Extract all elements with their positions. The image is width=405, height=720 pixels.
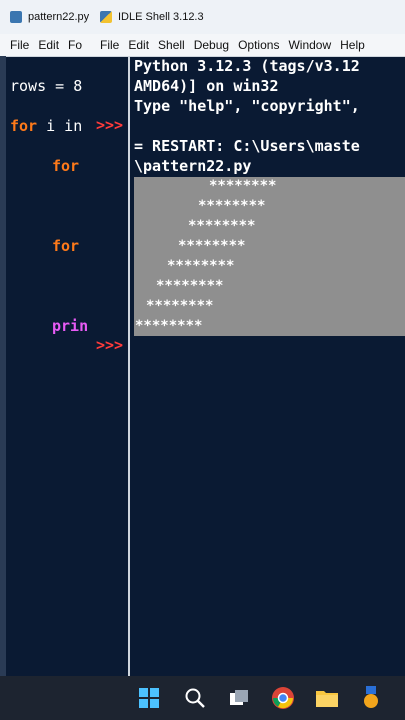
search-icon[interactable] bbox=[182, 685, 208, 711]
idle-icon bbox=[100, 11, 112, 23]
shell-menu-debug[interactable]: Debug bbox=[194, 38, 229, 52]
pattern-row-5: ******** bbox=[167, 258, 235, 274]
editor-line-for-inner-1: for bbox=[52, 157, 80, 175]
file-explorer-icon[interactable] bbox=[314, 685, 340, 711]
shell-line-restart: = RESTART: C:\Users\maste bbox=[134, 137, 360, 155]
editor-menu-format[interactable]: Fo bbox=[68, 38, 82, 52]
shell-gutter-divider bbox=[128, 57, 130, 676]
editor-menubar: File Edit Fo bbox=[0, 34, 94, 57]
shell-prompt-2: >>> bbox=[96, 336, 124, 354]
shell-menubar: File Edit Shell Debug Options Window Hel… bbox=[94, 34, 405, 57]
editor-menu-edit[interactable]: Edit bbox=[38, 38, 59, 52]
shell-menu-shell[interactable]: Shell bbox=[158, 38, 185, 52]
taskbar bbox=[0, 676, 405, 720]
editor-line-for-inner-2: for bbox=[52, 237, 80, 255]
pattern-row-4: ******** bbox=[178, 238, 246, 254]
shell-title: IDLE Shell 3.12.3 bbox=[118, 11, 204, 23]
editor-line-rows: rows = 8 bbox=[10, 77, 83, 95]
windows-start-icon[interactable] bbox=[136, 685, 162, 711]
pattern-row-8: ******** bbox=[135, 318, 203, 334]
editor-line-for-outer: for i in bbox=[10, 116, 82, 136]
python-file-icon bbox=[10, 11, 22, 23]
shell-menu-options[interactable]: Options bbox=[238, 38, 279, 52]
shell-prompt-1: >>> bbox=[96, 116, 124, 134]
pattern-row-6: ******** bbox=[156, 278, 224, 294]
editor-menu-file[interactable]: File bbox=[10, 38, 29, 52]
left-edge-strip bbox=[0, 56, 6, 676]
pattern-row-2: ******** bbox=[198, 198, 266, 214]
editor-title: pattern22.py bbox=[28, 11, 90, 23]
shell-line-version: Python 3.12.3 (tags/v3.12 bbox=[134, 57, 360, 75]
editor-line-print: prin bbox=[52, 317, 89, 335]
shell-menu-edit[interactable]: Edit bbox=[128, 38, 149, 52]
chrome-icon[interactable] bbox=[270, 685, 296, 711]
shell-line-filename: \pattern22.py bbox=[134, 157, 252, 175]
shell-line-help: Type "help", "copyright", bbox=[134, 97, 360, 115]
shell-menu-help[interactable]: Help bbox=[340, 38, 365, 52]
editor-line-rest: i in bbox=[37, 117, 83, 135]
pattern-row-7: ******** bbox=[146, 298, 214, 314]
task-view-icon[interactable] bbox=[226, 685, 252, 711]
editor-window: pattern22.py File Edit Fo rows = 8 for i… bbox=[0, 0, 96, 676]
shell-line-platform: AMD64)] on win32 bbox=[134, 77, 279, 95]
app-icon[interactable] bbox=[358, 685, 384, 711]
shell-titlebar[interactable]: IDLE Shell 3.12.3 bbox=[94, 0, 405, 34]
keyword-for: for bbox=[10, 117, 38, 135]
editor-titlebar[interactable]: pattern22.py bbox=[0, 0, 94, 34]
pattern-row-3: ******** bbox=[188, 218, 256, 234]
pattern-row-1: ******** bbox=[209, 178, 277, 194]
shell-menu-window[interactable]: Window bbox=[288, 38, 331, 52]
shell-menu-file[interactable]: File bbox=[100, 38, 119, 52]
